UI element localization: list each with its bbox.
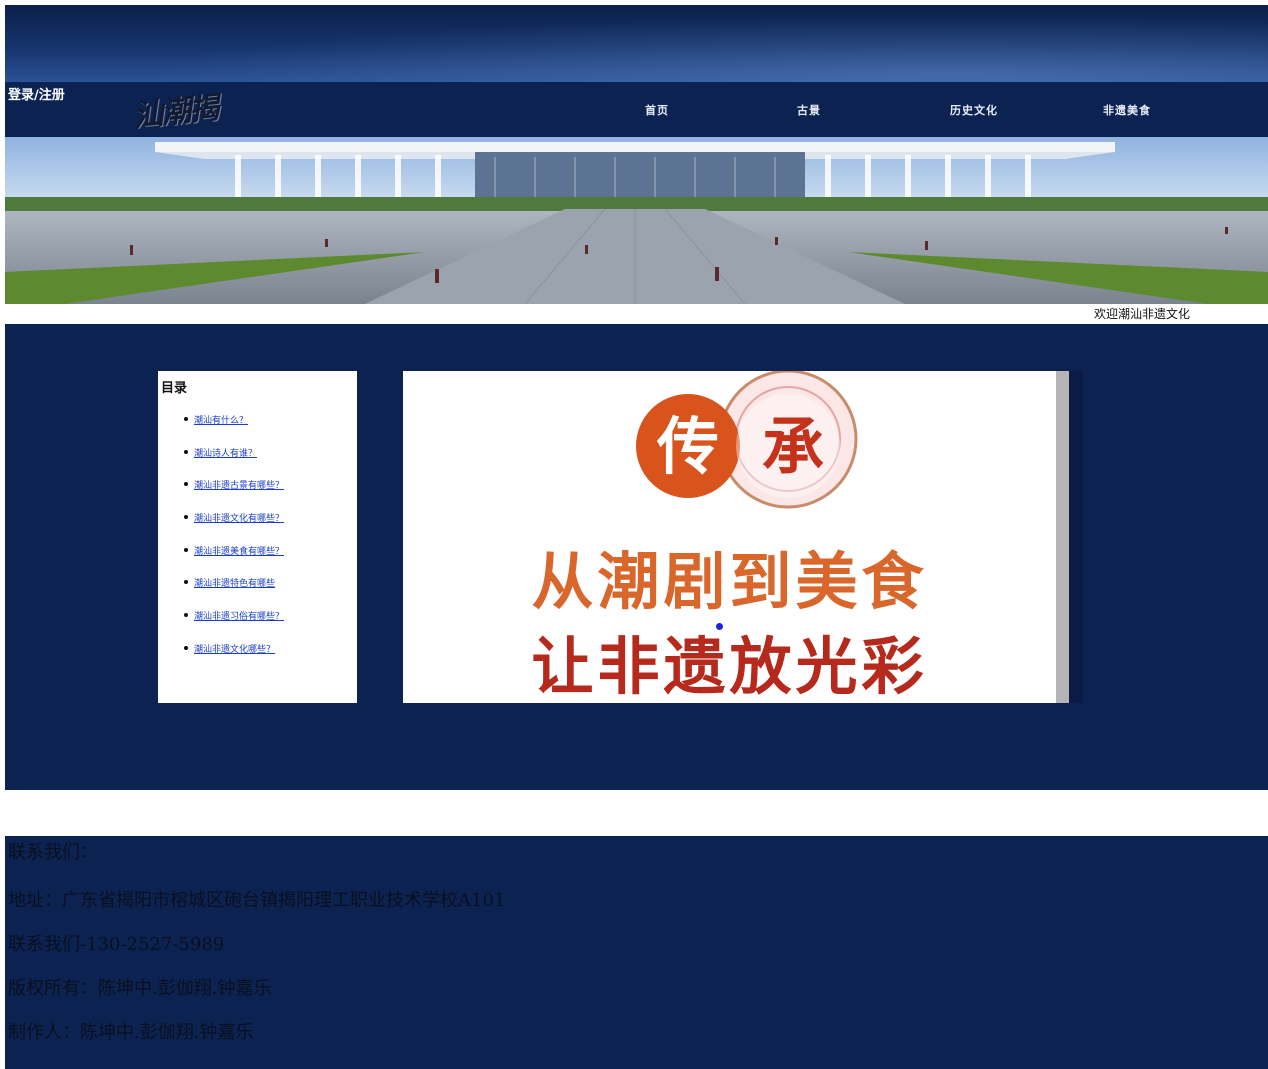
cursor-dot: [716, 623, 723, 630]
welcome-text: 欢迎潮汕非遗文化: [1094, 307, 1191, 321]
author-text: 制作人：陈坤中.彭伽翔.钟嘉乐: [8, 1022, 254, 1043]
toc-link[interactable]: 潮汕非遗古景有哪些？: [194, 478, 284, 491]
table-of-contents: 目录 潮汕有什么？ 潮汕诗人有谁？ 潮汕非遗古景有哪些？ 潮汕非遗文化有哪些？ …: [158, 371, 357, 703]
copyright-text: 版权所有：陈坤中.彭伽翔.钟嘉乐: [8, 978, 272, 999]
poster-line-1: 从潮剧到美食: [531, 545, 928, 618]
inheritance-badge: 传 承: [636, 371, 858, 509]
sky-header: [5, 5, 1268, 82]
site-logo: 汕潮揭: [131, 90, 219, 135]
nav-heritage-food[interactable]: 非遗美食: [1103, 102, 1151, 118]
poster-edge: [1056, 371, 1069, 703]
nav-ancient-scenery[interactable]: 古景: [797, 102, 821, 118]
toc-link[interactable]: 潮汕非遗特色有哪些: [194, 576, 275, 589]
toc-link[interactable]: 潮汕有什么？: [194, 413, 248, 426]
nav-bar: 登录/注册 汕潮揭 首页 古景 历史文化 非遗美食: [5, 82, 1268, 137]
poster-line-2: 让非遗放光彩: [531, 630, 928, 703]
toc-link[interactable]: 潮汕非遗美食有哪些？: [194, 544, 284, 557]
badge-left-char: 传: [656, 410, 719, 483]
toc-link[interactable]: 潮汕诗人有谁？: [194, 446, 257, 459]
poster-shadow: [1069, 371, 1083, 703]
nav-home[interactable]: 首页: [645, 102, 669, 118]
toc-link[interactable]: 潮汕非遗文化有哪些？: [194, 511, 284, 524]
main-content: 目录 潮汕有什么？ 潮汕诗人有谁？ 潮汕非遗古景有哪些？ 潮汕非遗文化有哪些？ …: [5, 324, 1268, 790]
heritage-poster: 传 承 从潮剧到美食 让非遗放光彩: [403, 371, 1083, 703]
address-text: 地址：广东省揭阳市榕城区砲台镇揭阳理工职业技术学校A101: [8, 890, 506, 911]
footer: 联系我们： 地址：广东省揭阳市榕城区砲台镇揭阳理工职业技术学校A101 联系我们…: [5, 836, 1268, 1069]
nav-history-culture[interactable]: 历史文化: [950, 102, 998, 118]
contact-heading: 联系我们：: [8, 842, 98, 863]
phone-text: 联系我们-130-2527-5989: [8, 934, 225, 955]
login-register-link[interactable]: 登录/注册: [8, 84, 65, 103]
toc-title: 目录: [161, 381, 188, 396]
badge-right-char: 承: [762, 410, 824, 483]
station-banner-image: [5, 137, 1268, 304]
toc-link[interactable]: 潮汕非遗习俗有哪些？: [194, 609, 284, 622]
toc-link[interactable]: 潮汕非遗文化哪些？: [194, 642, 275, 655]
